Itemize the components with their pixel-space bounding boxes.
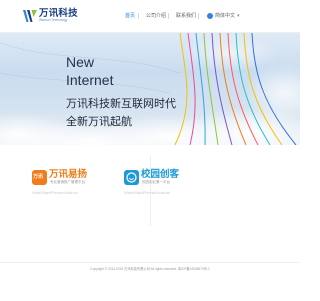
nav-item-home[interactable]: 首页	[125, 12, 135, 20]
product-platforms: Web/Wap/iPhone/Android	[32, 190, 78, 195]
site-header: 万讯科技 Wanxun Technology 首页 公司介绍 联系我们 简体中文…	[0, 0, 300, 33]
product-subtitle: 专业营销推广管理平台	[50, 180, 85, 184]
globe-icon	[207, 13, 213, 19]
hero-background	[0, 33, 300, 145]
hero-heading-line2: Internet	[66, 72, 114, 88]
nav-divider	[168, 13, 169, 19]
product-title: 万讯易扬	[49, 169, 88, 180]
product-card-xiaoyuan-chuangke[interactable]: 校园创客 校园创业第一平台 Web/Wap/iPhone/Android	[124, 169, 204, 210]
hero-banner: New Internet 万讯科技新互联网时代 全新万讯起航	[0, 33, 300, 145]
main-nav: 首页 公司介绍 联系我们 简体中文 ▾	[0, 12, 300, 26]
product-section: 万讯 万讯易扬 专业营销推广管理平台 Web/Wap/iPhone/Androi…	[0, 146, 300, 262]
campus-app-icon	[124, 170, 139, 185]
language-selector[interactable]: 简体中文	[215, 12, 235, 20]
smile-icon	[126, 172, 137, 183]
hero-slogan-line1: 万讯科技新互联网时代	[66, 98, 176, 110]
product-subtitle: 校园创业第一平台	[142, 180, 170, 184]
chevron-down-icon[interactable]: ▾	[237, 12, 240, 20]
nav-item-about[interactable]: 公司介绍	[146, 12, 166, 20]
product-platforms: Web/Wap/iPhone/Android	[124, 190, 170, 195]
app-icon-label: 万讯	[33, 174, 44, 180]
hero-slogan-line2: 全新万讯起航	[66, 116, 132, 128]
nav-divider	[138, 13, 139, 19]
site-footer: Copyright © 2014-2015 万讯科技有限公司 All right…	[0, 262, 300, 301]
product-card-wanxun-yiyang[interactable]: 万讯 万讯易扬 专业营销推广管理平台 Web/Wap/iPhone/Androi…	[32, 169, 112, 210]
hero-heading-line1: New	[66, 54, 95, 70]
nav-divider	[198, 13, 199, 19]
nav-item-contact[interactable]: 联系我们	[176, 12, 196, 20]
product-title: 校园创客	[141, 169, 180, 180]
wanxun-app-icon: 万讯	[32, 170, 47, 185]
copyright-text: Copyright © 2014-2015 万讯科技有限公司 All right…	[90, 267, 210, 271]
